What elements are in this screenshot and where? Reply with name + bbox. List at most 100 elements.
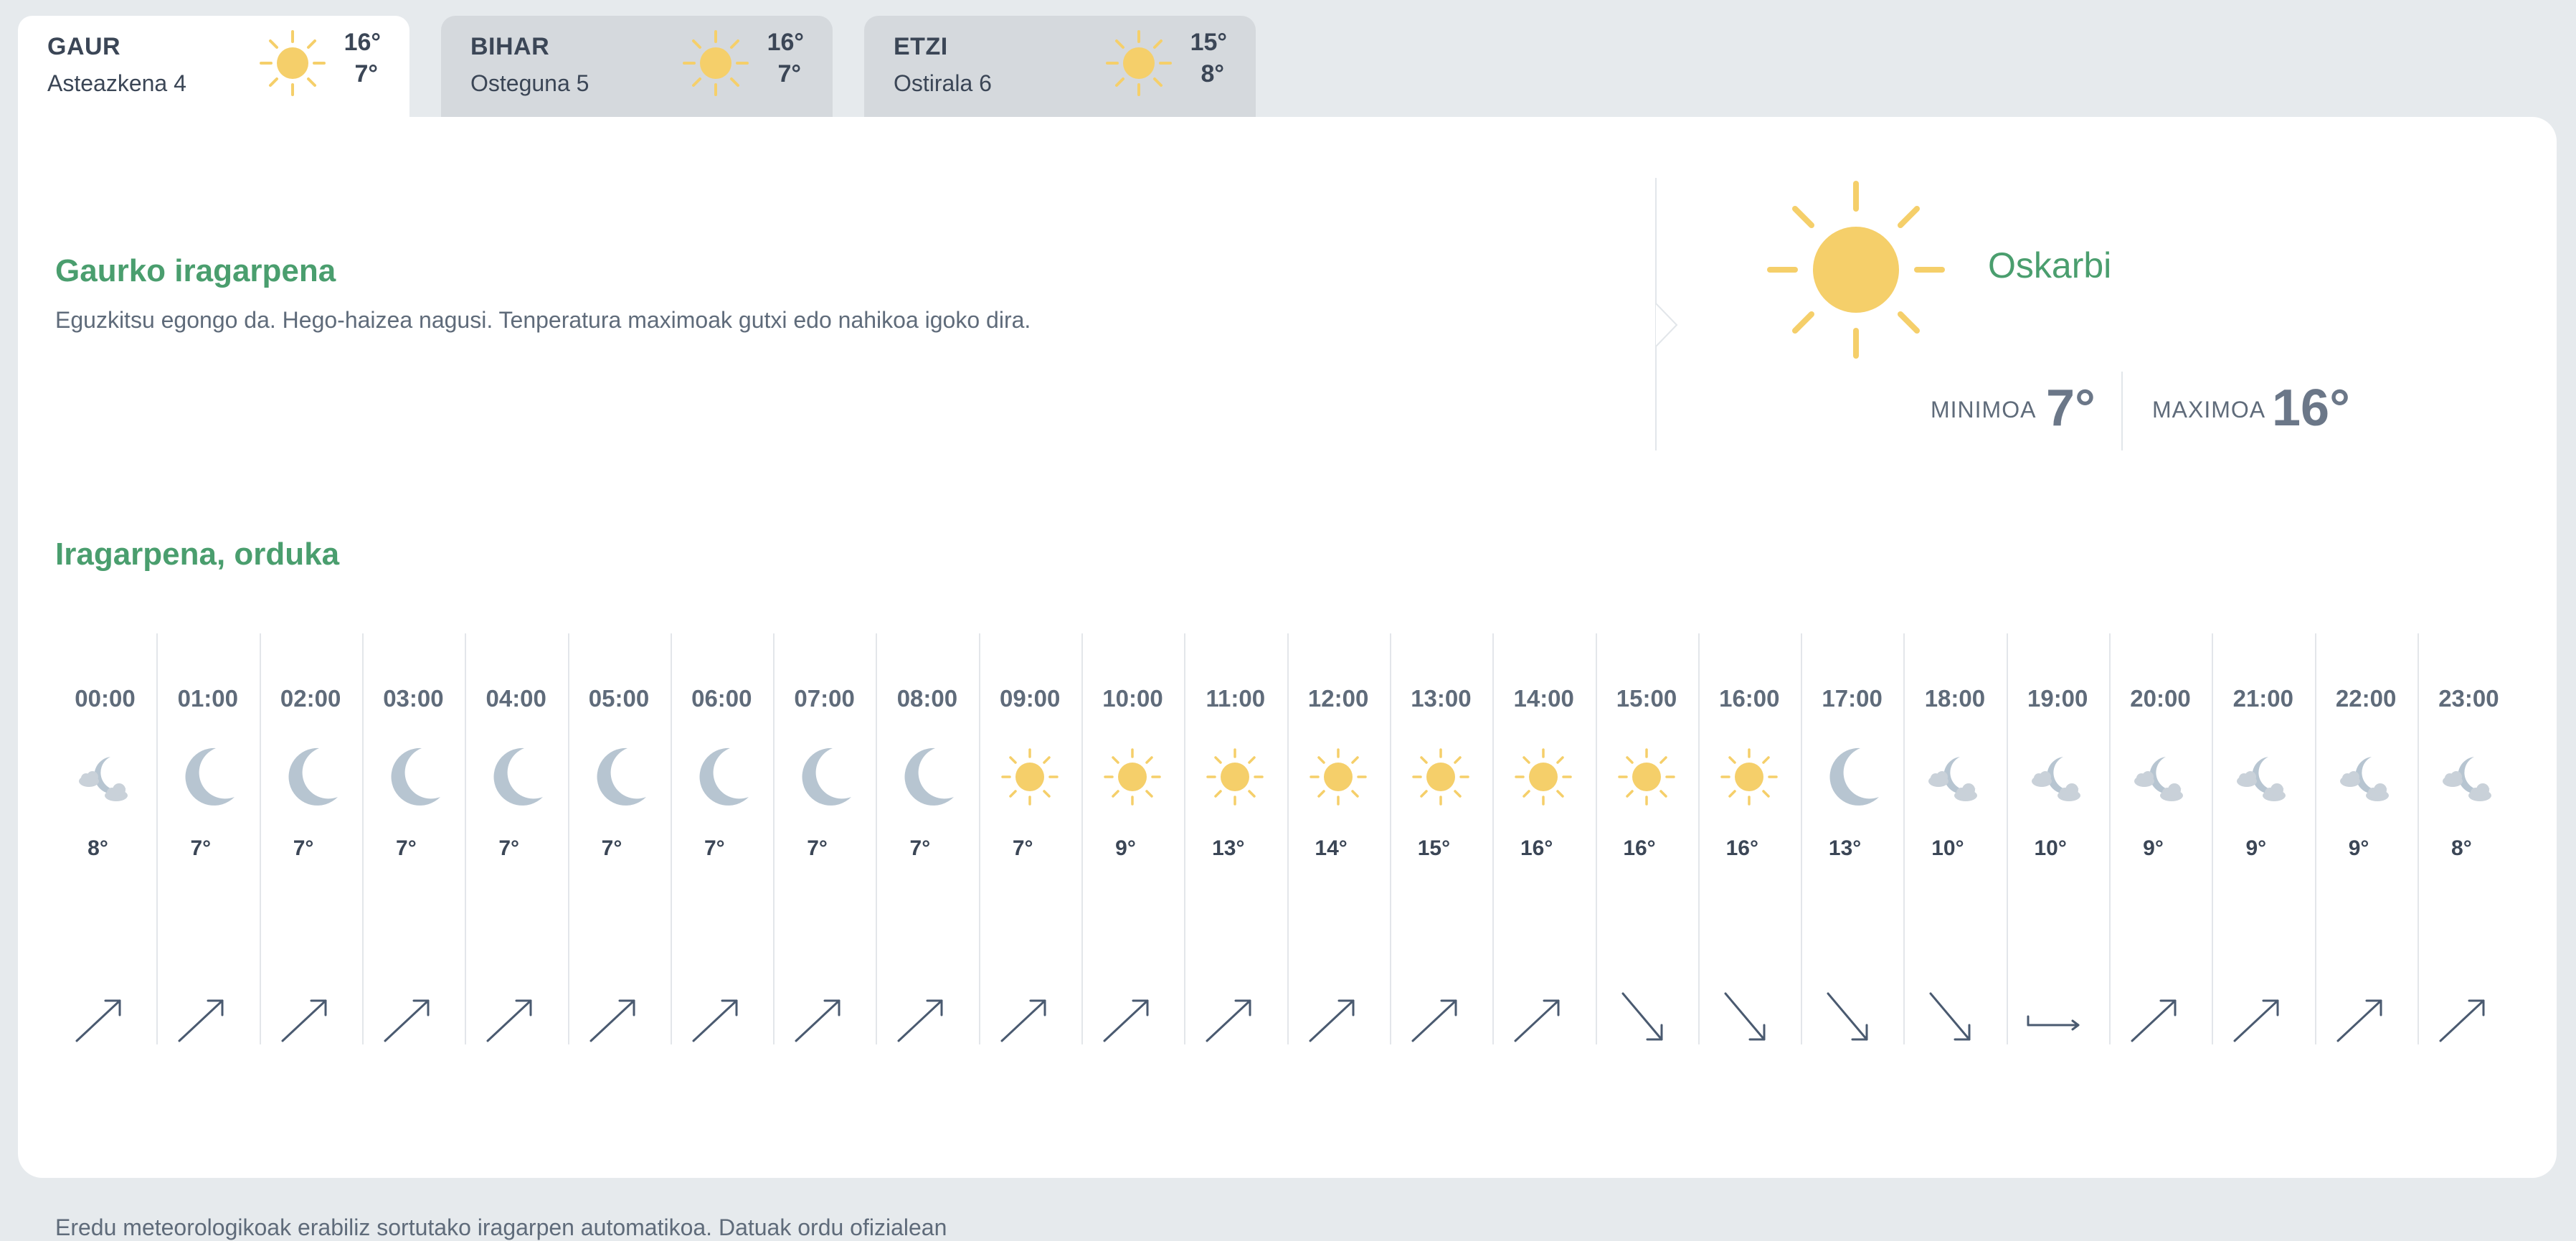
- tab-day-after[interactable]: ETZI Ostirala 6 15° 8°: [864, 16, 1256, 118]
- hour-column: 09:00 7°: [978, 633, 1081, 1044]
- hour-temperature: 7°: [190, 836, 212, 860]
- sun-icon: [1309, 748, 1367, 806]
- hour-time: 20:00: [2130, 685, 2191, 712]
- hour-column: 06:00 7°: [670, 633, 773, 1044]
- hour-time: 22:00: [2335, 685, 2397, 712]
- wind-direction-icon: [486, 999, 532, 1042]
- hourly-forecast-title: Iragarpena, orduka: [55, 537, 340, 572]
- wind-direction-icon: [1206, 999, 1251, 1042]
- hour-temperature: 7°: [1012, 836, 1033, 860]
- min-max-divider: [2121, 372, 2123, 450]
- tab-min-temp: 8°: [1201, 60, 1224, 88]
- hour-column: 15:00 16°: [1595, 633, 1698, 1044]
- moon-icon: [493, 747, 544, 806]
- moon-cloud-icon: [79, 757, 128, 801]
- hour-column: 03:00 7°: [361, 633, 465, 1044]
- hour-time: 21:00: [2232, 685, 2293, 712]
- hour-time: 23:00: [2438, 685, 2499, 712]
- hour-temperature: 7°: [807, 836, 828, 860]
- tab-day-date: Osteguna 5: [470, 70, 589, 96]
- sun-icon: [1000, 748, 1059, 806]
- hour-column: 16:00 16°: [1697, 633, 1801, 1044]
- hour-time: 17:00: [1822, 685, 1883, 712]
- hour-column: 01:00 7°: [156, 633, 259, 1044]
- sun-icon: [1206, 748, 1264, 806]
- hour-temperature: 7°: [498, 836, 520, 860]
- wind-direction-icon: [1724, 992, 1766, 1041]
- hour-time: 02:00: [280, 685, 341, 712]
- wind-direction-icon: [2027, 1015, 2080, 1031]
- hour-column: 14:00 16°: [1492, 633, 1595, 1044]
- wind-direction-icon: [1411, 999, 1457, 1042]
- hour-time: 03:00: [383, 685, 444, 712]
- hour-temperature: 13°: [1828, 836, 1862, 860]
- hour-time: 10:00: [1102, 685, 1163, 712]
- min-temp-label: MINIMOA: [1931, 397, 2037, 423]
- hour-column: 22:00 9°: [2314, 633, 2418, 1044]
- moon-cloud-icon: [2134, 757, 2183, 801]
- hour-time: 15:00: [1616, 685, 1677, 712]
- hour-time: 12:00: [1307, 685, 1369, 712]
- hour-column: 04:00 7°: [465, 633, 567, 1044]
- wind-direction-icon: [2131, 999, 2177, 1042]
- moon-cloud-icon: [2237, 757, 2286, 801]
- hour-temperature: 10°: [1931, 836, 1964, 860]
- wind-direction-icon: [2336, 999, 2382, 1042]
- tab-day-name: GAUR: [47, 33, 121, 60]
- min-temp-value: 7°: [2046, 379, 2096, 437]
- tab-today[interactable]: GAUR Asteazkena 4 16° 7°: [18, 16, 409, 123]
- wind-direction-icon: [1621, 992, 1662, 1041]
- hour-column: 17:00 13°: [1801, 633, 1903, 1044]
- sun-icon: [260, 30, 326, 96]
- hour-temperature: 8°: [87, 836, 108, 860]
- sun-icon: [1767, 181, 1945, 359]
- hour-time: 18:00: [1924, 685, 1986, 712]
- hour-column: 20:00 9°: [2109, 633, 2212, 1044]
- hour-time: 06:00: [691, 685, 752, 712]
- tab-day-name: ETZI: [894, 33, 948, 60]
- wind-direction-icon: [1000, 999, 1046, 1042]
- hour-temperature: 9°: [2245, 836, 2267, 860]
- moon-icon: [185, 747, 235, 806]
- hour-temperature: 16°: [1725, 836, 1758, 860]
- moon-icon: [802, 747, 852, 806]
- hour-column: 21:00 9°: [2212, 633, 2314, 1044]
- sun-icon: [1104, 748, 1161, 806]
- wind-direction-icon: [1827, 992, 1868, 1041]
- hour-column: 18:00 10°: [1903, 633, 2006, 1044]
- max-temp-label: MAXIMOA: [2152, 397, 2266, 423]
- hour-column: 12:00 14°: [1287, 633, 1390, 1044]
- wind-direction-icon: [795, 999, 840, 1042]
- hour-temperature: 7°: [909, 836, 931, 860]
- moon-icon: [699, 747, 749, 806]
- wind-direction-icon: [75, 999, 121, 1042]
- wind-direction-icon: [692, 999, 738, 1042]
- hour-temperature: 16°: [1623, 836, 1656, 860]
- hour-time: 16:00: [1719, 685, 1780, 712]
- hour-column: 23:00 8°: [2417, 633, 2520, 1044]
- moon-icon: [391, 747, 440, 806]
- hour-column: 08:00 7°: [876, 633, 978, 1044]
- hour-column: 13:00 15°: [1389, 633, 1492, 1044]
- hour-temperature: 16°: [1520, 836, 1553, 860]
- hour-time: 13:00: [1411, 685, 1472, 712]
- tab-day-date: Asteazkena 4: [47, 70, 186, 96]
- moon-cloud-icon: [2031, 757, 2080, 801]
- forecast-card: Gaurko iragarpena Eguzkitsu egongo da. H…: [18, 117, 2557, 1240]
- moon-icon: [597, 747, 646, 806]
- wind-direction-icon: [384, 999, 430, 1042]
- wind-direction-icon: [1309, 999, 1355, 1042]
- hour-time: 01:00: [177, 685, 238, 712]
- sun-icon: [1720, 748, 1778, 806]
- hour-time: 05:00: [588, 685, 650, 712]
- tab-max-temp: 16°: [767, 29, 804, 56]
- sun-icon: [1106, 30, 1172, 96]
- wind-direction-icon: [1929, 992, 1971, 1041]
- tab-tomorrow[interactable]: BIHAR Osteguna 5 16° 7°: [441, 16, 833, 118]
- hour-temperature: 15°: [1417, 836, 1451, 860]
- hour-column: 10:00 9°: [1081, 633, 1184, 1044]
- hour-temperature: 8°: [2451, 836, 2472, 860]
- hour-time: 00:00: [75, 685, 136, 712]
- wind-direction-icon: [589, 999, 635, 1042]
- wind-direction-icon: [178, 999, 224, 1042]
